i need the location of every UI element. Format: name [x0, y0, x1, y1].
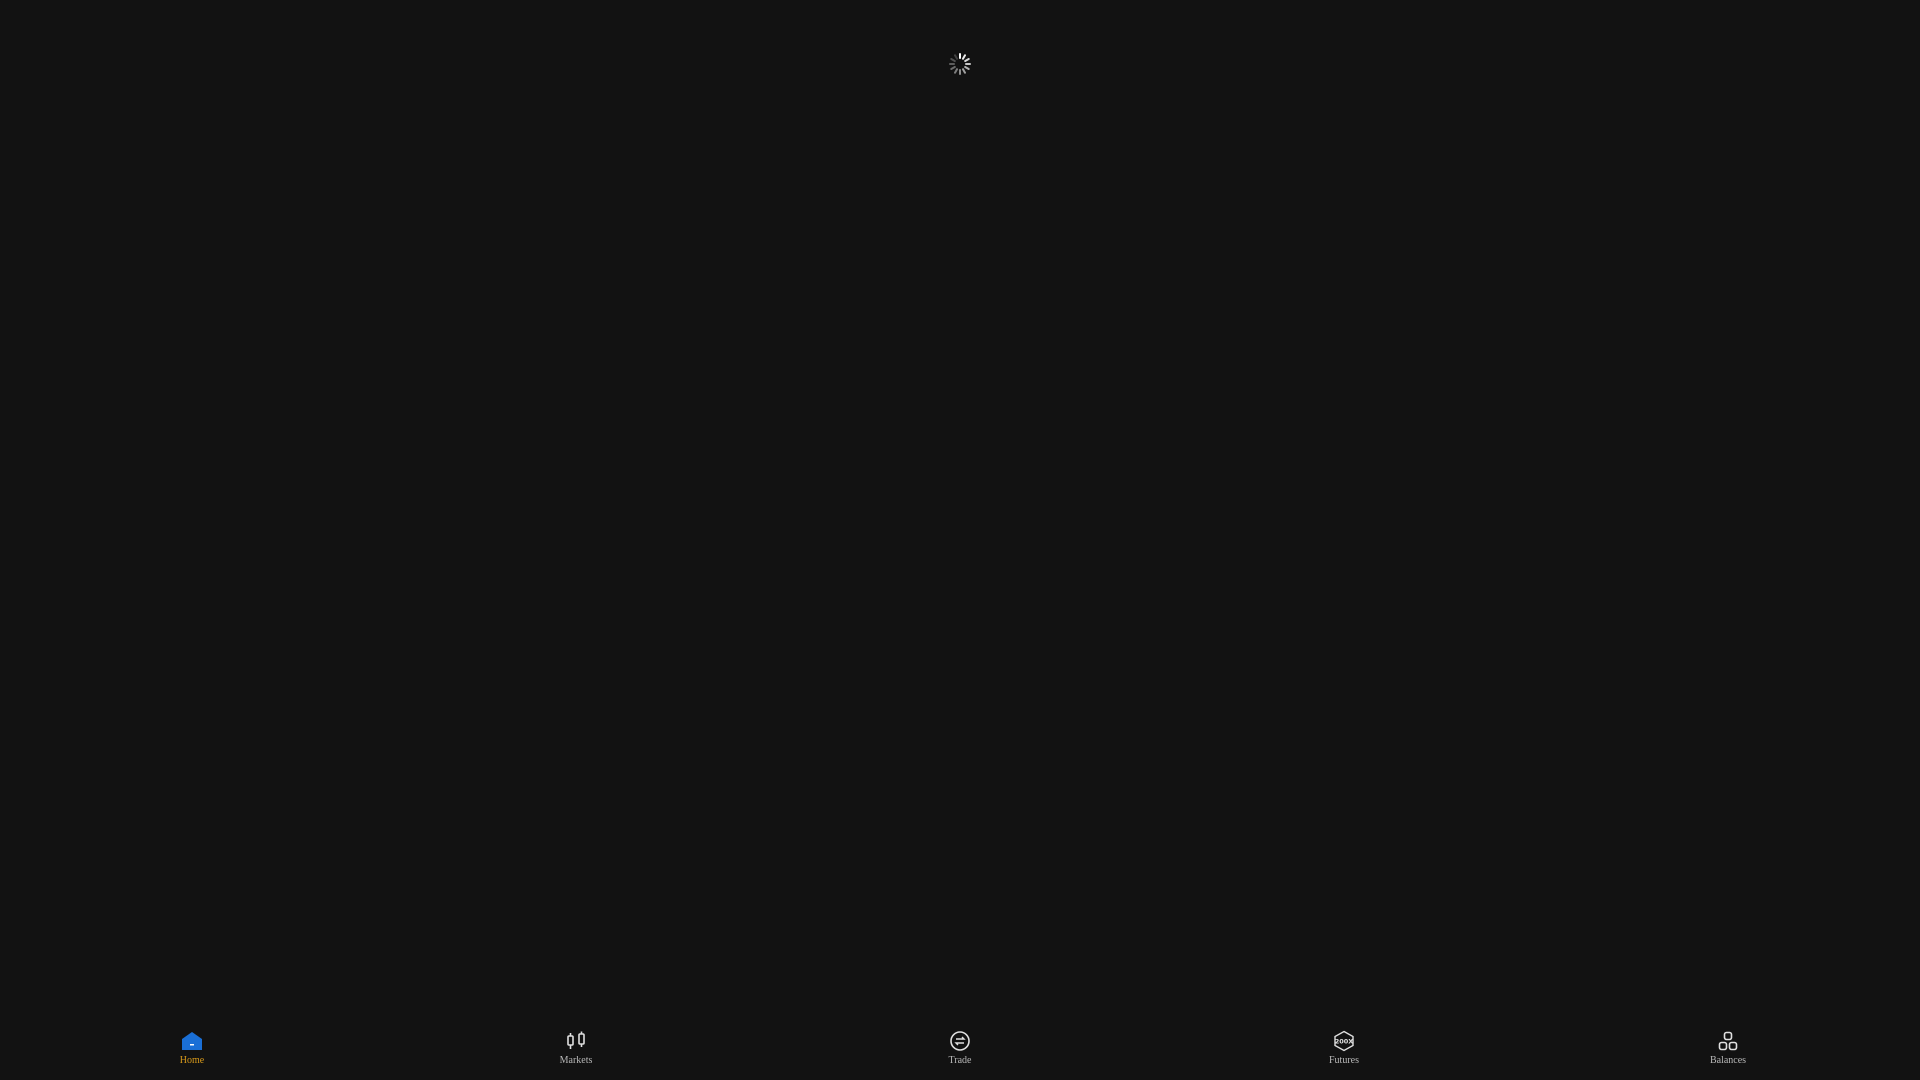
- loading-spinner-icon: [948, 52, 972, 76]
- app-page: Home Markets Trade 200X Futures Balances: [0, 0, 1920, 1080]
- balances-blocks-icon: [1717, 1030, 1739, 1052]
- nav-label-balances: Balances: [1709, 1055, 1747, 1066]
- nav-item-balances[interactable]: Balances: [1536, 1030, 1920, 1080]
- nav-label-trade: Trade: [948, 1055, 972, 1066]
- home-icon: [181, 1030, 203, 1052]
- nav-label-markets: Markets: [559, 1055, 593, 1066]
- nav-item-futures[interactable]: 200X Futures: [1152, 1030, 1536, 1080]
- svg-text:200X: 200X: [1335, 1038, 1354, 1046]
- swap-arrows-icon: [949, 1030, 971, 1052]
- bottom-navigation: Home Markets Trade 200X Futures Balances: [0, 1030, 1920, 1080]
- nav-item-markets[interactable]: Markets: [384, 1030, 768, 1080]
- futures-200x-icon: 200X: [1333, 1030, 1355, 1052]
- candlestick-icon: [565, 1030, 587, 1052]
- nav-label-home: Home: [179, 1055, 205, 1066]
- nav-item-home[interactable]: Home: [0, 1030, 384, 1080]
- nav-item-trade[interactable]: Trade: [768, 1030, 1152, 1080]
- nav-label-futures: Futures: [1329, 1055, 1359, 1066]
